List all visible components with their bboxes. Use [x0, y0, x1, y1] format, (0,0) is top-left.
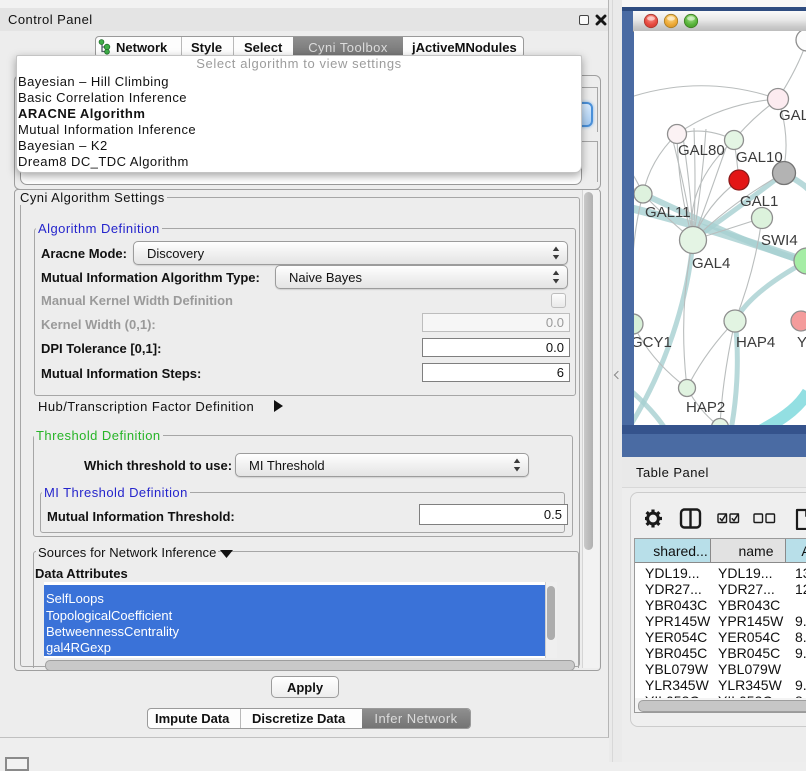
svg-text:HAP4: HAP4: [736, 334, 775, 351]
svg-text:GAL11: GAL11: [645, 204, 691, 221]
svg-text:SWI4: SWI4: [761, 232, 798, 249]
svg-text:GCY1: GCY1: [634, 334, 672, 351]
svg-text:GAL80: GAL80: [678, 142, 725, 159]
svg-text:GAL1: GAL1: [740, 193, 778, 210]
svg-text:Y: Y: [797, 334, 806, 351]
svg-text:GAL10: GAL10: [736, 149, 783, 166]
svg-text:HAP2: HAP2: [686, 399, 725, 416]
svg-text:GAL4: GAL4: [692, 255, 730, 272]
svg-text:GAL: GAL: [779, 107, 806, 124]
